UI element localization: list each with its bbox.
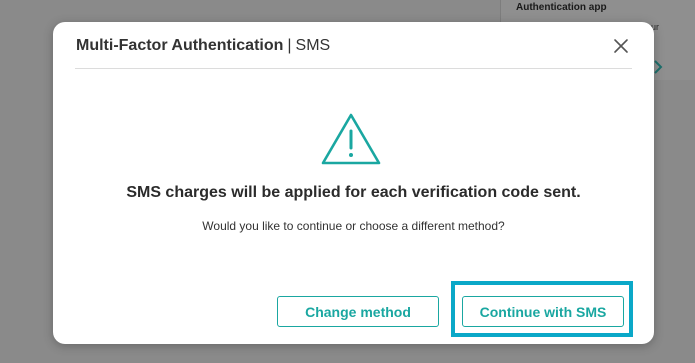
continue-with-sms-button[interactable]: Continue with SMS — [462, 296, 624, 327]
warning-triangle-icon — [320, 112, 382, 166]
background-card-title: Authentication app — [516, 2, 607, 13]
sms-charges-message: SMS charges will be applied for each ver… — [126, 184, 581, 201]
dialog-title: Multi-Factor Authentication | SMS — [76, 37, 330, 55]
dialog-title-separator: | — [287, 37, 292, 54]
dialog-title-main: Multi-Factor Authentication — [76, 37, 284, 54]
dialog-title-method: SMS — [295, 37, 331, 54]
change-method-button[interactable]: Change method — [277, 296, 439, 327]
continue-question: Would you like to continue or choose a d… — [202, 219, 505, 233]
close-icon[interactable] — [612, 37, 630, 55]
mfa-sms-dialog: Multi-Factor Authentication | SMS SMS char… — [53, 22, 654, 344]
chevron-right-icon — [653, 60, 663, 76]
dialog-header: Multi-Factor Authentication | SMS — [75, 22, 632, 69]
